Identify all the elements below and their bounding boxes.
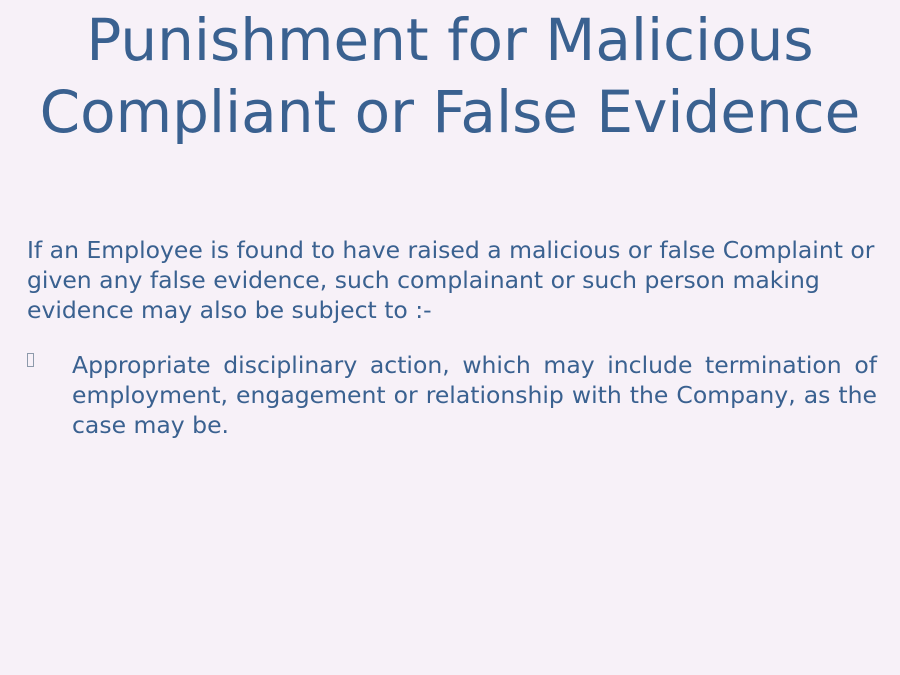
intro-paragraph: If an Employee is found to have raised a… bbox=[27, 236, 875, 324]
missing-glyph-icon bbox=[27, 353, 34, 367]
bullet-list: Appropriate disciplinary action, which m… bbox=[27, 350, 877, 440]
bullet-text: Appropriate disciplinary action, which m… bbox=[72, 351, 877, 439]
slide-title-line-1: Punishment for Malicious bbox=[86, 6, 814, 74]
slide: Punishment for Malicious Compliant or Fa… bbox=[0, 0, 900, 675]
slide-title-line-2: Compliant or False Evidence bbox=[39, 78, 861, 146]
bullet-item: Appropriate disciplinary action, which m… bbox=[27, 350, 877, 440]
slide-title: Punishment for Malicious Compliant or Fa… bbox=[20, 4, 880, 148]
